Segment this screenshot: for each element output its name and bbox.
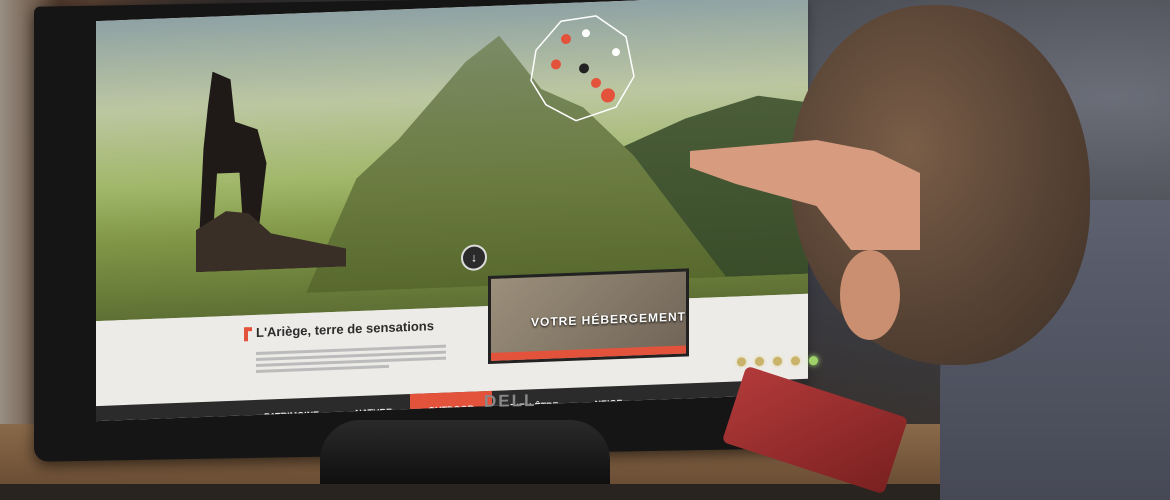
nav-label: OUTDOOR [428,404,474,416]
monitor-screen: ↓ L'Ariège, terre de sensations [96,0,808,421]
promo-label: VOTRE HÉBERGEMENT [531,309,686,329]
map-pin[interactable] [591,78,601,88]
map-pin[interactable] [601,88,615,103]
person-pointing [770,0,1170,484]
intro-paragraph-lines [256,342,446,389]
monitor-button[interactable] [737,357,746,366]
intro-accent [244,327,252,341]
monitor: ↓ L'Ariège, terre de sensations [34,0,804,462]
map-pin[interactable] [579,63,589,73]
map-pin[interactable] [612,48,620,56]
nav-item-patrimoine[interactable]: PATRIMOINE [246,397,337,421]
map-pin[interactable] [551,59,561,69]
nav-label: NEIGE [595,398,623,409]
monitor-button[interactable] [755,357,764,366]
region-map[interactable] [516,6,656,141]
nav-item-nature[interactable]: NATURE [337,394,410,421]
reclining-man [196,206,346,272]
monitor-brand: DELL [484,391,536,412]
accommodation-promo[interactable]: VOTRE HÉBERGEMENT [488,268,689,364]
nav-underline [577,418,641,421]
map-pin[interactable] [582,29,590,37]
ear [840,250,900,340]
nav-item-outdoor[interactable]: OUTDOOR [410,391,492,421]
nav-item-neige[interactable]: NEIGE [577,385,641,421]
monitor-stand [320,420,610,484]
nav-label: NATURE [355,407,392,418]
intro-title: L'Ariège, terre de sensations [256,318,434,340]
nav-label: PATRIMOINE [264,410,319,422]
map-pin[interactable] [561,34,571,44]
promo-bar [491,345,686,360]
